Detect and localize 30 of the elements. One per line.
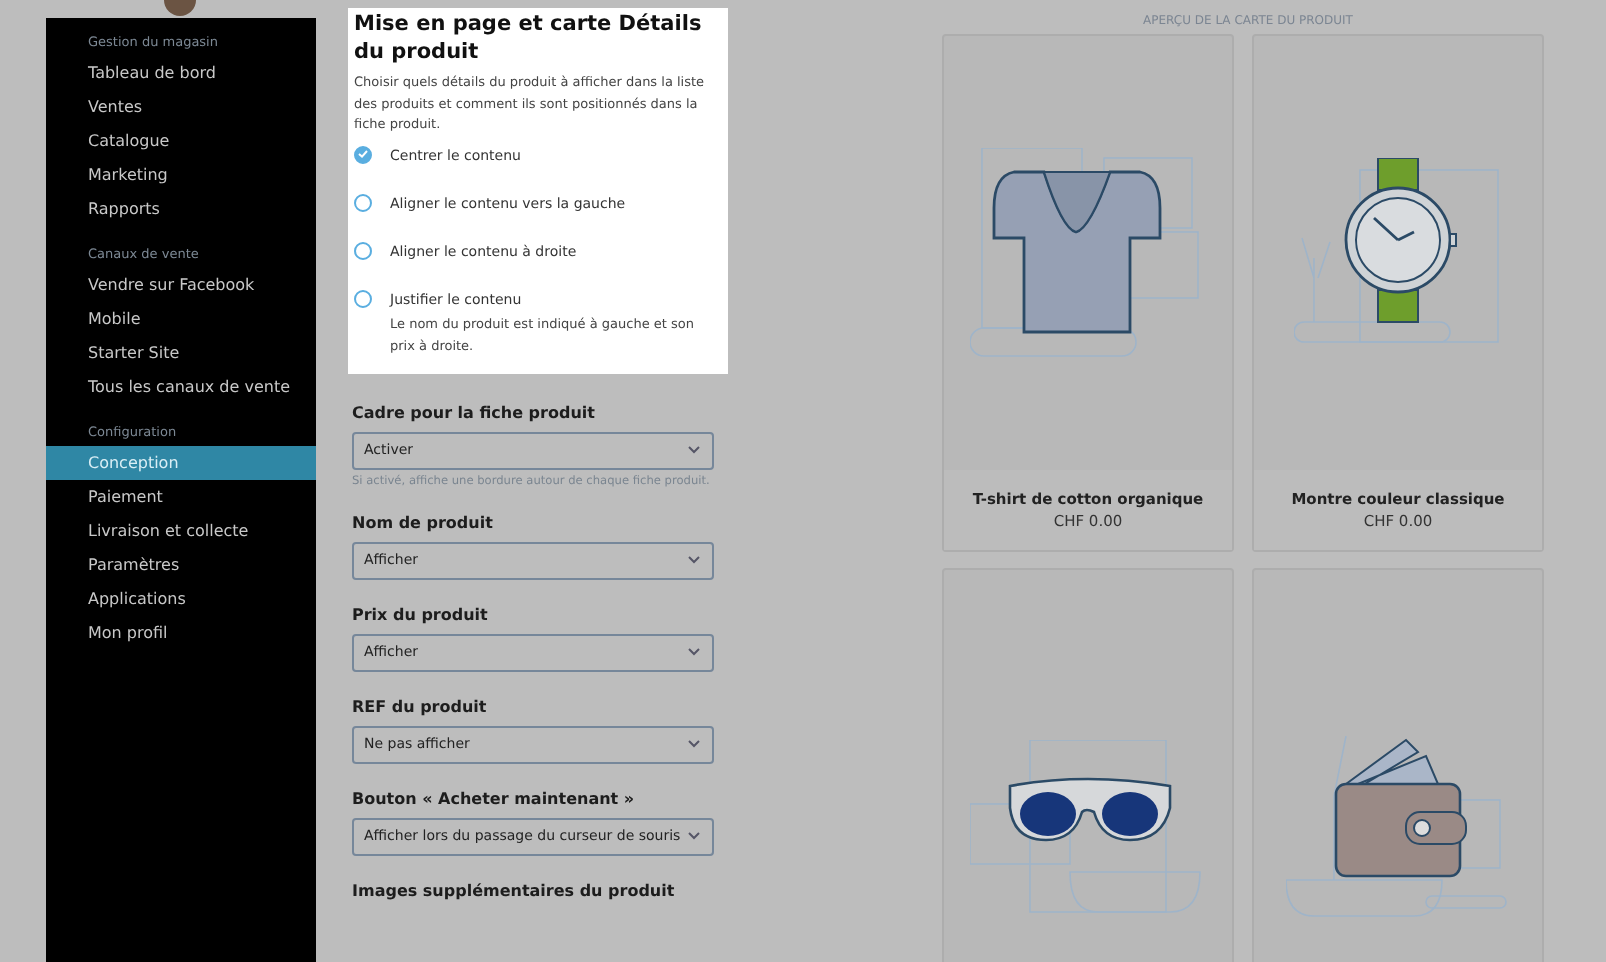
sidebar-item[interactable]: Paiement	[46, 480, 316, 514]
sidebar-item[interactable]: Tous les canaux de vente	[46, 370, 316, 404]
panel-title: Mise en page et carte Détails du produit	[354, 10, 704, 66]
sidebar-item[interactable]: Paramètres	[46, 548, 316, 582]
field-label: Prix du produit	[352, 605, 490, 623]
sidebar-item[interactable]: Catalogue	[46, 124, 316, 158]
chevron-down-icon	[688, 648, 700, 656]
sidebar-item[interactable]: Rapports	[46, 192, 316, 226]
field-label: Bouton « Acheter maintenant »	[352, 789, 637, 807]
radio-button[interactable]	[354, 193, 372, 211]
sidebar-item[interactable]: Mobile	[46, 302, 316, 336]
field-label: Nom de produit	[352, 513, 495, 531]
sidebar-item[interactable]: Marketing	[46, 158, 316, 192]
chevron-down-icon	[688, 446, 700, 454]
sidebar-item[interactable]: Starter Site	[46, 336, 316, 370]
field-label: Cadre pour la fiche produit	[352, 403, 597, 421]
sidebar-item[interactable]: Applications	[46, 582, 316, 616]
field-label: REF du produit	[352, 697, 489, 715]
sidebar-item[interactable]: Livraison et collecte	[46, 514, 316, 548]
radio-button[interactable]	[354, 145, 372, 163]
sidebar-item[interactable]: Tableau de bord	[46, 56, 316, 90]
field-label: Images supplémentaires du produit	[352, 881, 677, 899]
chevron-down-icon	[688, 556, 700, 564]
radio-button[interactable]	[354, 241, 372, 259]
chevron-down-icon	[688, 740, 700, 748]
sidebar-item[interactable]: Ventes	[46, 90, 316, 124]
sidebar-item[interactable]: Vendre sur Facebook	[46, 268, 316, 302]
radio-button[interactable]	[354, 289, 372, 307]
sidebar-item[interactable]: Mon profil	[46, 616, 316, 650]
chevron-down-icon	[688, 832, 700, 840]
